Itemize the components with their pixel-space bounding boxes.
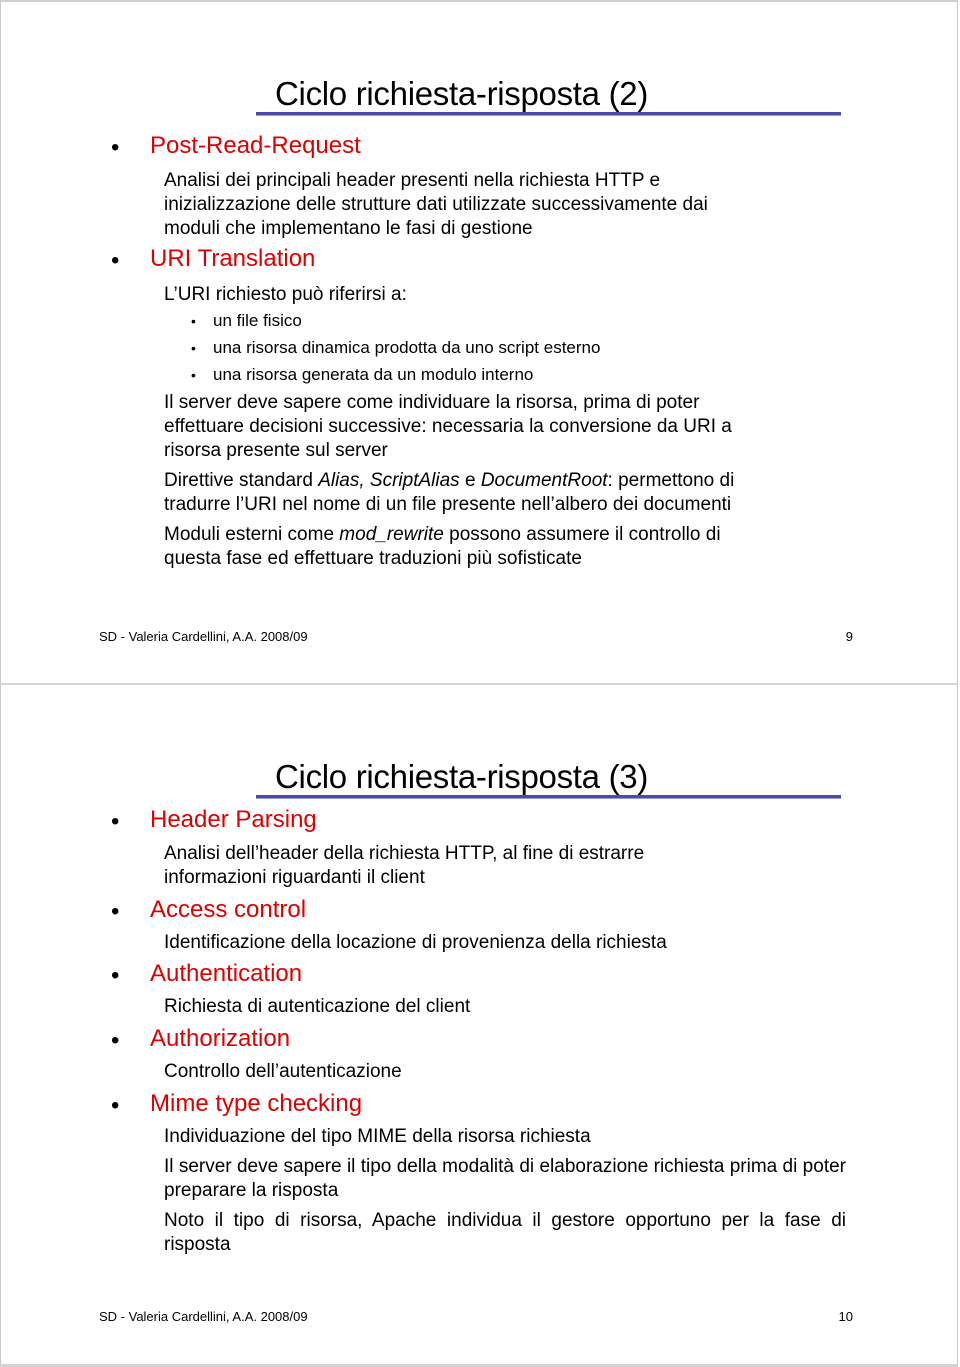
paragraph-line: Il server deve sapere come individuare l… (164, 392, 700, 413)
paragraph-line: Direttive standard Alias, ScriptAlias e … (164, 469, 734, 493)
small-bullet-icon: • (191, 367, 196, 383)
text-run: : permettono di (607, 470, 735, 491)
bullet-icon: • (111, 247, 120, 274)
paragraph-line: moduli che implementano le fasi di gesti… (164, 218, 533, 239)
sub-list-item-text: una risorsa generata da un modulo intern… (213, 365, 534, 384)
paragraph-line: inizializzazione delle strutture dati ut… (164, 194, 708, 215)
paragraph-line: effettuare decisioni successive: necessa… (164, 416, 732, 437)
section-heading: Authentication (150, 960, 303, 987)
bullet-icon: • (111, 808, 120, 835)
paragraph-line: Individuazione del tipo MIME della risor… (164, 1126, 591, 1147)
footer-text: SD - Valeria Cardellini, A.A. 2008/09 (99, 1309, 308, 1324)
title-underline (256, 112, 841, 116)
text-run: possono assumere il controllo di (443, 524, 721, 545)
paragraph-line: Richiesta di autenticazione del client (164, 996, 471, 1017)
slide-title: Ciclo richiesta-risposta (2) (275, 75, 649, 112)
paragraph-line: Analisi dell’header della richiesta HTTP… (164, 843, 645, 864)
module-name: mod_rewrite (339, 524, 444, 545)
sub-list-item-text: un file fisico (213, 311, 302, 330)
bullet-icon: • (111, 898, 120, 925)
section-heading: Access control (150, 896, 307, 923)
section-heading: URI Translation (150, 245, 316, 272)
text-run: Direttive standard (164, 470, 319, 491)
slide-page-9: Ciclo richiesta-risposta (2) • Post-Read… (0, 0, 958, 683)
bullet-icon: • (111, 962, 120, 989)
slide-page-10: Ciclo richiesta-risposta (3) • Header Pa… (0, 683, 958, 1367)
paragraph-line: Controllo dell’autenticazione (164, 1061, 402, 1082)
paragraph-line: L’URI richiesto può riferirsi a: (164, 284, 407, 305)
paragraph-line: Analisi dei principali header presenti n… (164, 170, 661, 191)
page-number: 10 (838, 1309, 853, 1324)
paragraph-line: questa fase ed effettuare traduzioni più… (164, 548, 582, 569)
directive-name: DocumentRoot (480, 470, 608, 491)
text-run: e (459, 470, 481, 491)
section-heading: Post-Read-Request (150, 132, 361, 159)
small-bullet-icon: • (191, 340, 196, 356)
sub-list-item-text: una risorsa dinamica prodotta da uno scr… (213, 338, 601, 357)
section-heading: Authorization (150, 1025, 291, 1052)
bullet-icon: • (111, 134, 120, 161)
slide-title: Ciclo richiesta-risposta (3) (275, 758, 649, 795)
bullet-icon: • (111, 1092, 120, 1119)
section-heading: Mime type checking (150, 1090, 363, 1117)
footer-text: SD - Valeria Cardellini, A.A. 2008/09 (99, 629, 308, 644)
paragraph-line: Moduli esterni come mod_rewrite possono … (164, 523, 721, 547)
bullet-icon: • (111, 1027, 120, 1054)
title-underline (256, 795, 841, 799)
page-number: 9 (845, 629, 853, 644)
small-bullet-icon: • (191, 313, 196, 329)
paragraph-line: risorsa presente sul server (164, 440, 388, 461)
paragraph-line: Identificazione della locazione di prove… (164, 932, 667, 953)
text-run: Moduli esterni come (164, 524, 340, 545)
paragraph: Noto il tipo di risorsa, Apache individu… (164, 1210, 846, 1255)
paragraph-line: tradurre l’URI nel nome di un file prese… (164, 494, 732, 515)
paragraph: Il server deve sapere il tipo della moda… (164, 1156, 846, 1201)
paragraph-line: informazioni riguardanti il client (164, 867, 425, 888)
section-heading: Header Parsing (150, 806, 317, 833)
directive-names: Alias, ScriptAlias (318, 470, 460, 491)
